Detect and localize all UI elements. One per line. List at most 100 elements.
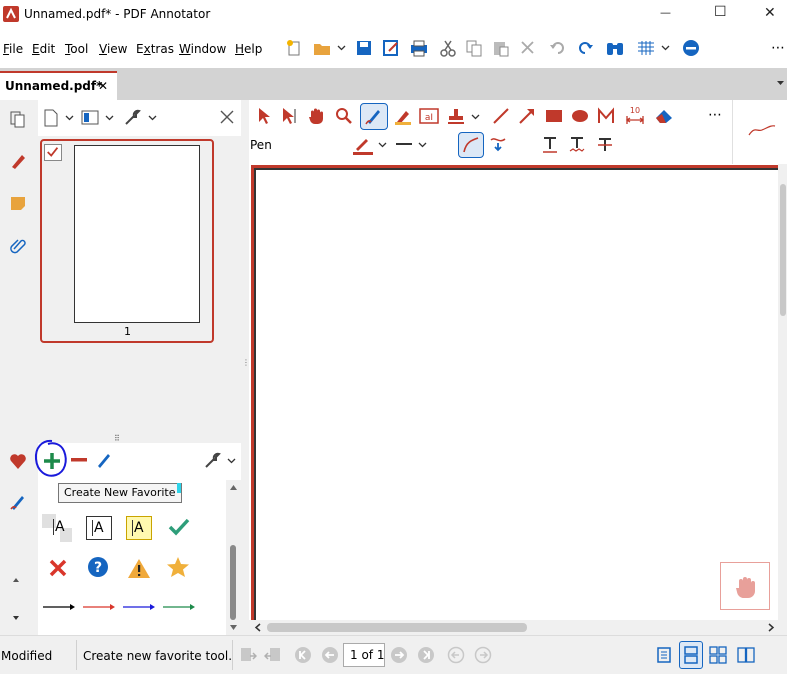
next-page-icon[interactable] <box>390 646 408 664</box>
hscroll-right-icon[interactable] <box>766 623 775 632</box>
line-style-dropdown-icon[interactable] <box>418 140 427 149</box>
line-tool-icon[interactable] <box>492 107 510 125</box>
pages-panel-icon[interactable] <box>9 110 27 128</box>
delete-icon[interactable] <box>520 40 535 55</box>
page-sync-right-icon[interactable] <box>264 646 282 664</box>
add-page-icon[interactable] <box>43 109 59 127</box>
checkmark-stamp-icon[interactable] <box>168 517 190 537</box>
favorites-scrollbar[interactable] <box>226 480 241 635</box>
menu-view[interactable]: View <box>99 42 127 56</box>
scroll-up-arrow-icon[interactable] <box>11 575 21 585</box>
snap-stroke-icon[interactable] <box>489 135 507 153</box>
ellipse-tool-icon[interactable] <box>571 109 589 123</box>
first-page-icon[interactable] <box>294 646 312 664</box>
favorites-heart-icon[interactable] <box>9 453 27 470</box>
page-view-icon[interactable] <box>81 109 99 126</box>
previous-page-icon[interactable] <box>321 646 339 664</box>
edit-favorite-icon[interactable] <box>95 451 113 469</box>
arrow-tool-icon[interactable] <box>518 107 536 125</box>
text-box-icon[interactable]: aI <box>419 108 439 124</box>
text-favorite-highlighted[interactable]: A <box>126 516 152 540</box>
text-favorite-boxed[interactable]: A <box>86 516 112 540</box>
document-vscroll-thumb[interactable] <box>780 184 786 316</box>
page-tools-dropdown-icon[interactable] <box>148 113 157 122</box>
document-hscrollbar[interactable] <box>249 620 787 635</box>
green-arrow-favorite-icon[interactable] <box>162 603 196 611</box>
binoculars-icon[interactable] <box>605 39 625 57</box>
maximize-button[interactable]: ☐ <box>714 4 727 20</box>
book-view-icon[interactable] <box>737 646 755 664</box>
notes-panel-icon[interactable] <box>9 194 27 212</box>
open-dropdown-icon[interactable] <box>337 43 346 52</box>
favorites-wrench-icon[interactable] <box>204 452 221 469</box>
page-number-field[interactable]: 1 of 1 <box>343 643 385 667</box>
page-thumbnail[interactable]: 1 <box>40 139 214 343</box>
scroll-down-arrow-icon[interactable] <box>11 613 21 623</box>
hand-tool-icon[interactable] <box>307 107 325 125</box>
eraser-icon[interactable] <box>654 108 674 124</box>
undo-icon[interactable] <box>549 39 567 57</box>
document-tab-close[interactable]: ✕ <box>98 79 108 93</box>
annotations-panel-icon[interactable] <box>9 152 27 170</box>
hscroll-thumb[interactable] <box>267 623 527 632</box>
pen-color-dropdown-icon[interactable] <box>378 140 387 149</box>
document-vscrollbar[interactable] <box>778 164 787 620</box>
menu-window[interactable]: Window <box>179 42 226 56</box>
minimize-button[interactable]: — <box>660 6 671 19</box>
open-folder-icon[interactable] <box>312 39 332 57</box>
measure-tool-icon[interactable]: 10 <box>625 105 645 127</box>
pen-tool-panel-icon[interactable] <box>9 493 27 511</box>
print-icon[interactable] <box>409 39 429 57</box>
grid-dropdown-icon[interactable] <box>661 43 670 52</box>
page-view-dropdown-icon[interactable] <box>105 113 114 122</box>
page-thumbnail-checkbox[interactable] <box>44 144 62 161</box>
history-forward-icon[interactable] <box>474 646 492 664</box>
black-arrow-favorite-icon[interactable] <box>42 603 76 611</box>
hscroll-left-icon[interactable] <box>254 623 263 632</box>
cut-icon[interactable] <box>440 39 456 57</box>
redo-icon[interactable] <box>576 39 594 57</box>
cross-stamp-icon[interactable] <box>48 558 68 578</box>
history-back-icon[interactable] <box>447 646 465 664</box>
polyline-tool-icon[interactable] <box>597 107 615 125</box>
red-arrow-favorite-icon[interactable] <box>82 603 116 611</box>
annotation-toolbar-more[interactable]: ⋯ <box>708 107 722 123</box>
text-favorite-plain[interactable]: A <box>42 514 72 542</box>
text-select-icon[interactable] <box>281 107 299 125</box>
last-page-icon[interactable] <box>417 646 435 664</box>
menu-help[interactable]: Help <box>235 42 262 56</box>
warning-stamp-icon[interactable] <box>127 557 151 579</box>
pen-tool-button[interactable] <box>360 103 388 130</box>
stamp-icon[interactable] <box>447 107 465 125</box>
paste-icon[interactable] <box>492 39 510 57</box>
question-stamp-icon[interactable]: ? <box>87 556 109 578</box>
favorites-scroll-up-icon[interactable] <box>229 483 238 492</box>
save-edit-icon[interactable] <box>382 39 400 57</box>
favorites-scroll-thumb[interactable] <box>230 545 236 620</box>
favorites-wrench-dropdown-icon[interactable] <box>227 456 236 465</box>
smooth-stroke-button[interactable] <box>458 132 484 158</box>
star-stamp-icon[interactable] <box>166 556 190 578</box>
page-tools-wrench-icon[interactable] <box>124 109 141 126</box>
highlighter-icon[interactable] <box>394 107 412 125</box>
close-window-button[interactable]: ✕ <box>764 5 776 21</box>
vertical-splitter[interactable]: ⋮ <box>241 100 250 635</box>
zoom-out-icon[interactable] <box>682 39 700 57</box>
select-arrow-icon[interactable] <box>256 107 272 125</box>
grid-options-icon[interactable] <box>636 39 656 57</box>
text-squiggly-style-icon[interactable] <box>569 136 585 153</box>
touch-hand-button[interactable] <box>720 562 770 610</box>
close-panel-icon[interactable] <box>220 110 234 124</box>
continuous-view-button[interactable] <box>679 641 703 669</box>
add-page-dropdown-icon[interactable] <box>65 113 74 122</box>
single-page-view-icon[interactable] <box>655 646 673 664</box>
blue-arrow-favorite-icon[interactable] <box>122 603 156 611</box>
toolbar-more-button[interactable]: ⋯ <box>771 40 785 56</box>
text-strikeout-style-icon[interactable] <box>597 136 613 153</box>
save-icon[interactable] <box>355 39 373 57</box>
page-sync-left-icon[interactable] <box>239 646 257 664</box>
menu-edit[interactable]: Edit <box>32 42 55 56</box>
stamp-dropdown-icon[interactable] <box>471 112 480 121</box>
rectangle-tool-icon[interactable] <box>545 109 563 123</box>
two-page-view-icon[interactable] <box>709 646 727 664</box>
